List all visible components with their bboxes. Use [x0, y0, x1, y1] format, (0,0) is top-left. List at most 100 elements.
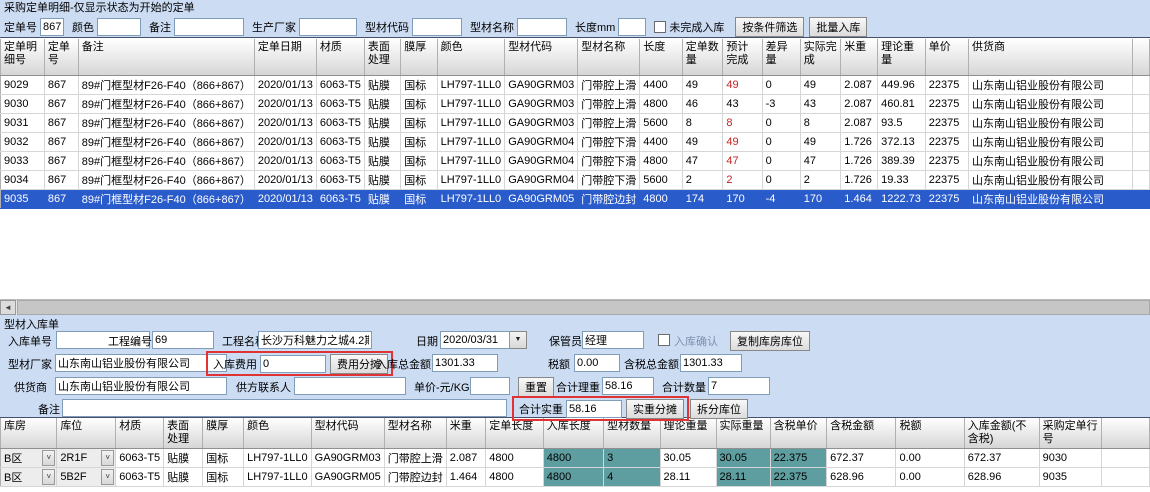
table-row[interactable]: 903186789#门框型材F26-F40（866+867）2020/01/13… — [1, 113, 1150, 132]
column-header[interactable]: 型材代码 — [505, 39, 578, 75]
column-header[interactable]: 颜色 — [437, 39, 505, 75]
batch-inbound-button[interactable]: 批量入库 — [809, 17, 867, 37]
remark-input[interactable] — [62, 399, 507, 417]
table-row[interactable]: 903386789#门框型材F26-F40（866+867）2020/01/13… — [1, 151, 1150, 170]
profile-code-filter-input[interactable] — [412, 18, 462, 36]
column-header[interactable]: 库位 — [57, 418, 116, 449]
table-row[interactable]: 902986789#门框型材F26-F40（866+867）2020/01/13… — [1, 75, 1150, 94]
copy-location-button[interactable]: 复制库房库位 — [730, 331, 810, 351]
length-filter-input[interactable] — [618, 18, 646, 36]
table-cell: 贴膜 — [364, 75, 400, 94]
orders-table-area: 定单明细号定单号备注定单日期材质表面处理膜厚颜色型材代码型材名称长度定单数量预计… — [0, 38, 1150, 315]
dropdown-arrow-icon[interactable]: ˅ — [42, 469, 55, 485]
remark-filter-input[interactable] — [174, 18, 244, 36]
table-cell: 2 — [682, 170, 723, 189]
column-header[interactable]: 定单长度 — [486, 418, 544, 449]
column-header[interactable]: 含税单价 — [770, 418, 827, 449]
column-header[interactable]: 定单日期 — [254, 39, 316, 75]
column-header[interactable]: 定单号 — [44, 39, 78, 75]
dropdown-arrow-icon[interactable]: ˅ — [42, 450, 55, 466]
total-qty-input[interactable] — [708, 377, 770, 395]
table-cell: 国标 — [401, 113, 437, 132]
table-row[interactable]: 903086789#门框型材F26-F40（866+867）2020/01/13… — [1, 94, 1150, 113]
table-row[interactable]: 903486789#门框型材F26-F40（866+867）2020/01/13… — [1, 170, 1150, 189]
table-row[interactable]: B区˅5B2F˅6063-T5贴膜国标LH797-1LL0GA90GRM05门带… — [1, 468, 1150, 487]
column-header[interactable]: 材质 — [116, 418, 164, 449]
scroll-left-arrow-icon[interactable]: ◄ — [0, 300, 16, 315]
date-input[interactable] — [440, 331, 510, 349]
column-header[interactable]: 入库长度 — [543, 418, 603, 449]
split-location-button[interactable]: 拆分库位 — [690, 399, 748, 419]
column-header[interactable]: 长度 — [640, 39, 683, 75]
fee-input[interactable] — [260, 355, 326, 373]
color-filter-input[interactable] — [97, 18, 141, 36]
column-header[interactable]: 定单数量 — [682, 39, 723, 75]
table-cell: GA90GRM03 — [505, 75, 578, 94]
column-header[interactable]: 米重 — [841, 39, 878, 75]
calendar-dropdown-icon[interactable]: ▼ — [510, 331, 527, 349]
project-name-input[interactable] — [258, 331, 372, 349]
unfinished-checkbox-label: 未完成入库 — [669, 19, 724, 35]
column-header[interactable]: 理论重量 — [878, 39, 926, 75]
table-cell: LH797-1LL0 — [437, 94, 505, 113]
unit-price-input[interactable] — [470, 377, 510, 395]
horizontal-scrollbar[interactable]: ◄ — [0, 299, 1150, 315]
column-header[interactable]: 米重 — [446, 418, 486, 449]
column-header[interactable]: 膜厚 — [203, 418, 244, 449]
total-with-tax-label: 含税总金额 — [624, 356, 679, 372]
column-header[interactable]: 表面处理 — [164, 418, 203, 449]
column-header[interactable]: 库房 — [1, 418, 57, 449]
column-header[interactable]: 材质 — [316, 39, 364, 75]
column-header[interactable]: 表面处理 — [364, 39, 400, 75]
column-header[interactable]: 含税金额 — [827, 418, 896, 449]
column-header[interactable]: 理论重量 — [660, 418, 716, 449]
profile-name-filter-input[interactable] — [517, 18, 567, 36]
column-header[interactable]: 型材代码 — [311, 418, 384, 449]
table-cell: 4800 — [640, 94, 683, 113]
column-header[interactable]: 预计完成 — [723, 39, 762, 75]
column-header[interactable]: 采购定单行号 — [1039, 418, 1101, 449]
factory-input[interactable] — [55, 354, 227, 372]
table-row[interactable]: 903286789#门框型材F26-F40（866+867）2020/01/13… — [1, 132, 1150, 151]
dropdown-arrow-icon[interactable]: ˅ — [101, 450, 114, 466]
manufacturer-filter-input[interactable] — [299, 18, 357, 36]
column-header[interactable]: 实际完成 — [800, 39, 841, 75]
table-cell: GA90GRM05 — [505, 189, 578, 208]
profile-code-filter-label: 型材代码 — [365, 19, 409, 35]
column-header[interactable]: 入库金额(不含税) — [964, 418, 1039, 449]
table-cell: 867 — [44, 170, 78, 189]
total-theory-weight-input[interactable] — [602, 377, 654, 395]
keeper-input[interactable] — [582, 331, 644, 349]
column-header[interactable]: 型材名称 — [384, 418, 446, 449]
supplier-input[interactable] — [55, 377, 227, 395]
reset-button[interactable]: 重置 — [518, 377, 554, 397]
tax-input[interactable] — [574, 354, 620, 372]
inbound-confirm-checkbox[interactable] — [658, 334, 670, 346]
column-header[interactable]: 颜色 — [244, 418, 312, 449]
table-cell: 4400 — [640, 75, 683, 94]
total-with-tax-input[interactable] — [680, 354, 742, 372]
scrollbar-thumb[interactable] — [17, 300, 1150, 315]
column-header[interactable]: 供货商 — [968, 39, 1132, 75]
total-amount-input[interactable] — [432, 354, 498, 372]
project-no-input[interactable] — [152, 331, 214, 349]
total-actual-weight-input[interactable] — [566, 400, 622, 418]
column-header[interactable]: 备注 — [78, 39, 254, 75]
column-header[interactable]: 差异量 — [762, 39, 800, 75]
column-header[interactable]: 定单明细号 — [1, 39, 45, 75]
table-cell: 门带腔上滑 — [578, 75, 640, 94]
order-no-input[interactable] — [40, 18, 64, 36]
column-header[interactable]: 单价 — [925, 39, 968, 75]
column-header[interactable]: 型材名称 — [578, 39, 640, 75]
column-header[interactable]: 膜厚 — [401, 39, 437, 75]
table-row[interactable]: B区˅2R1F˅6063-T5贴膜国标LH797-1LL0GA90GRM03门带… — [1, 449, 1150, 468]
dropdown-arrow-icon[interactable]: ˅ — [101, 469, 114, 485]
unfinished-checkbox[interactable] — [654, 21, 666, 33]
actual-weight-split-button[interactable]: 实重分摊 — [626, 399, 684, 419]
column-header[interactable]: 型材数量 — [604, 418, 660, 449]
column-header[interactable]: 实际重量 — [716, 418, 770, 449]
column-header[interactable]: 税额 — [896, 418, 964, 449]
supplier-contact-input[interactable] — [294, 377, 406, 395]
filter-by-condition-button[interactable]: 按条件筛选 — [735, 17, 804, 37]
table-row[interactable]: 903586789#门框型材F26-F40（866+867）2020/01/13… — [1, 189, 1150, 208]
